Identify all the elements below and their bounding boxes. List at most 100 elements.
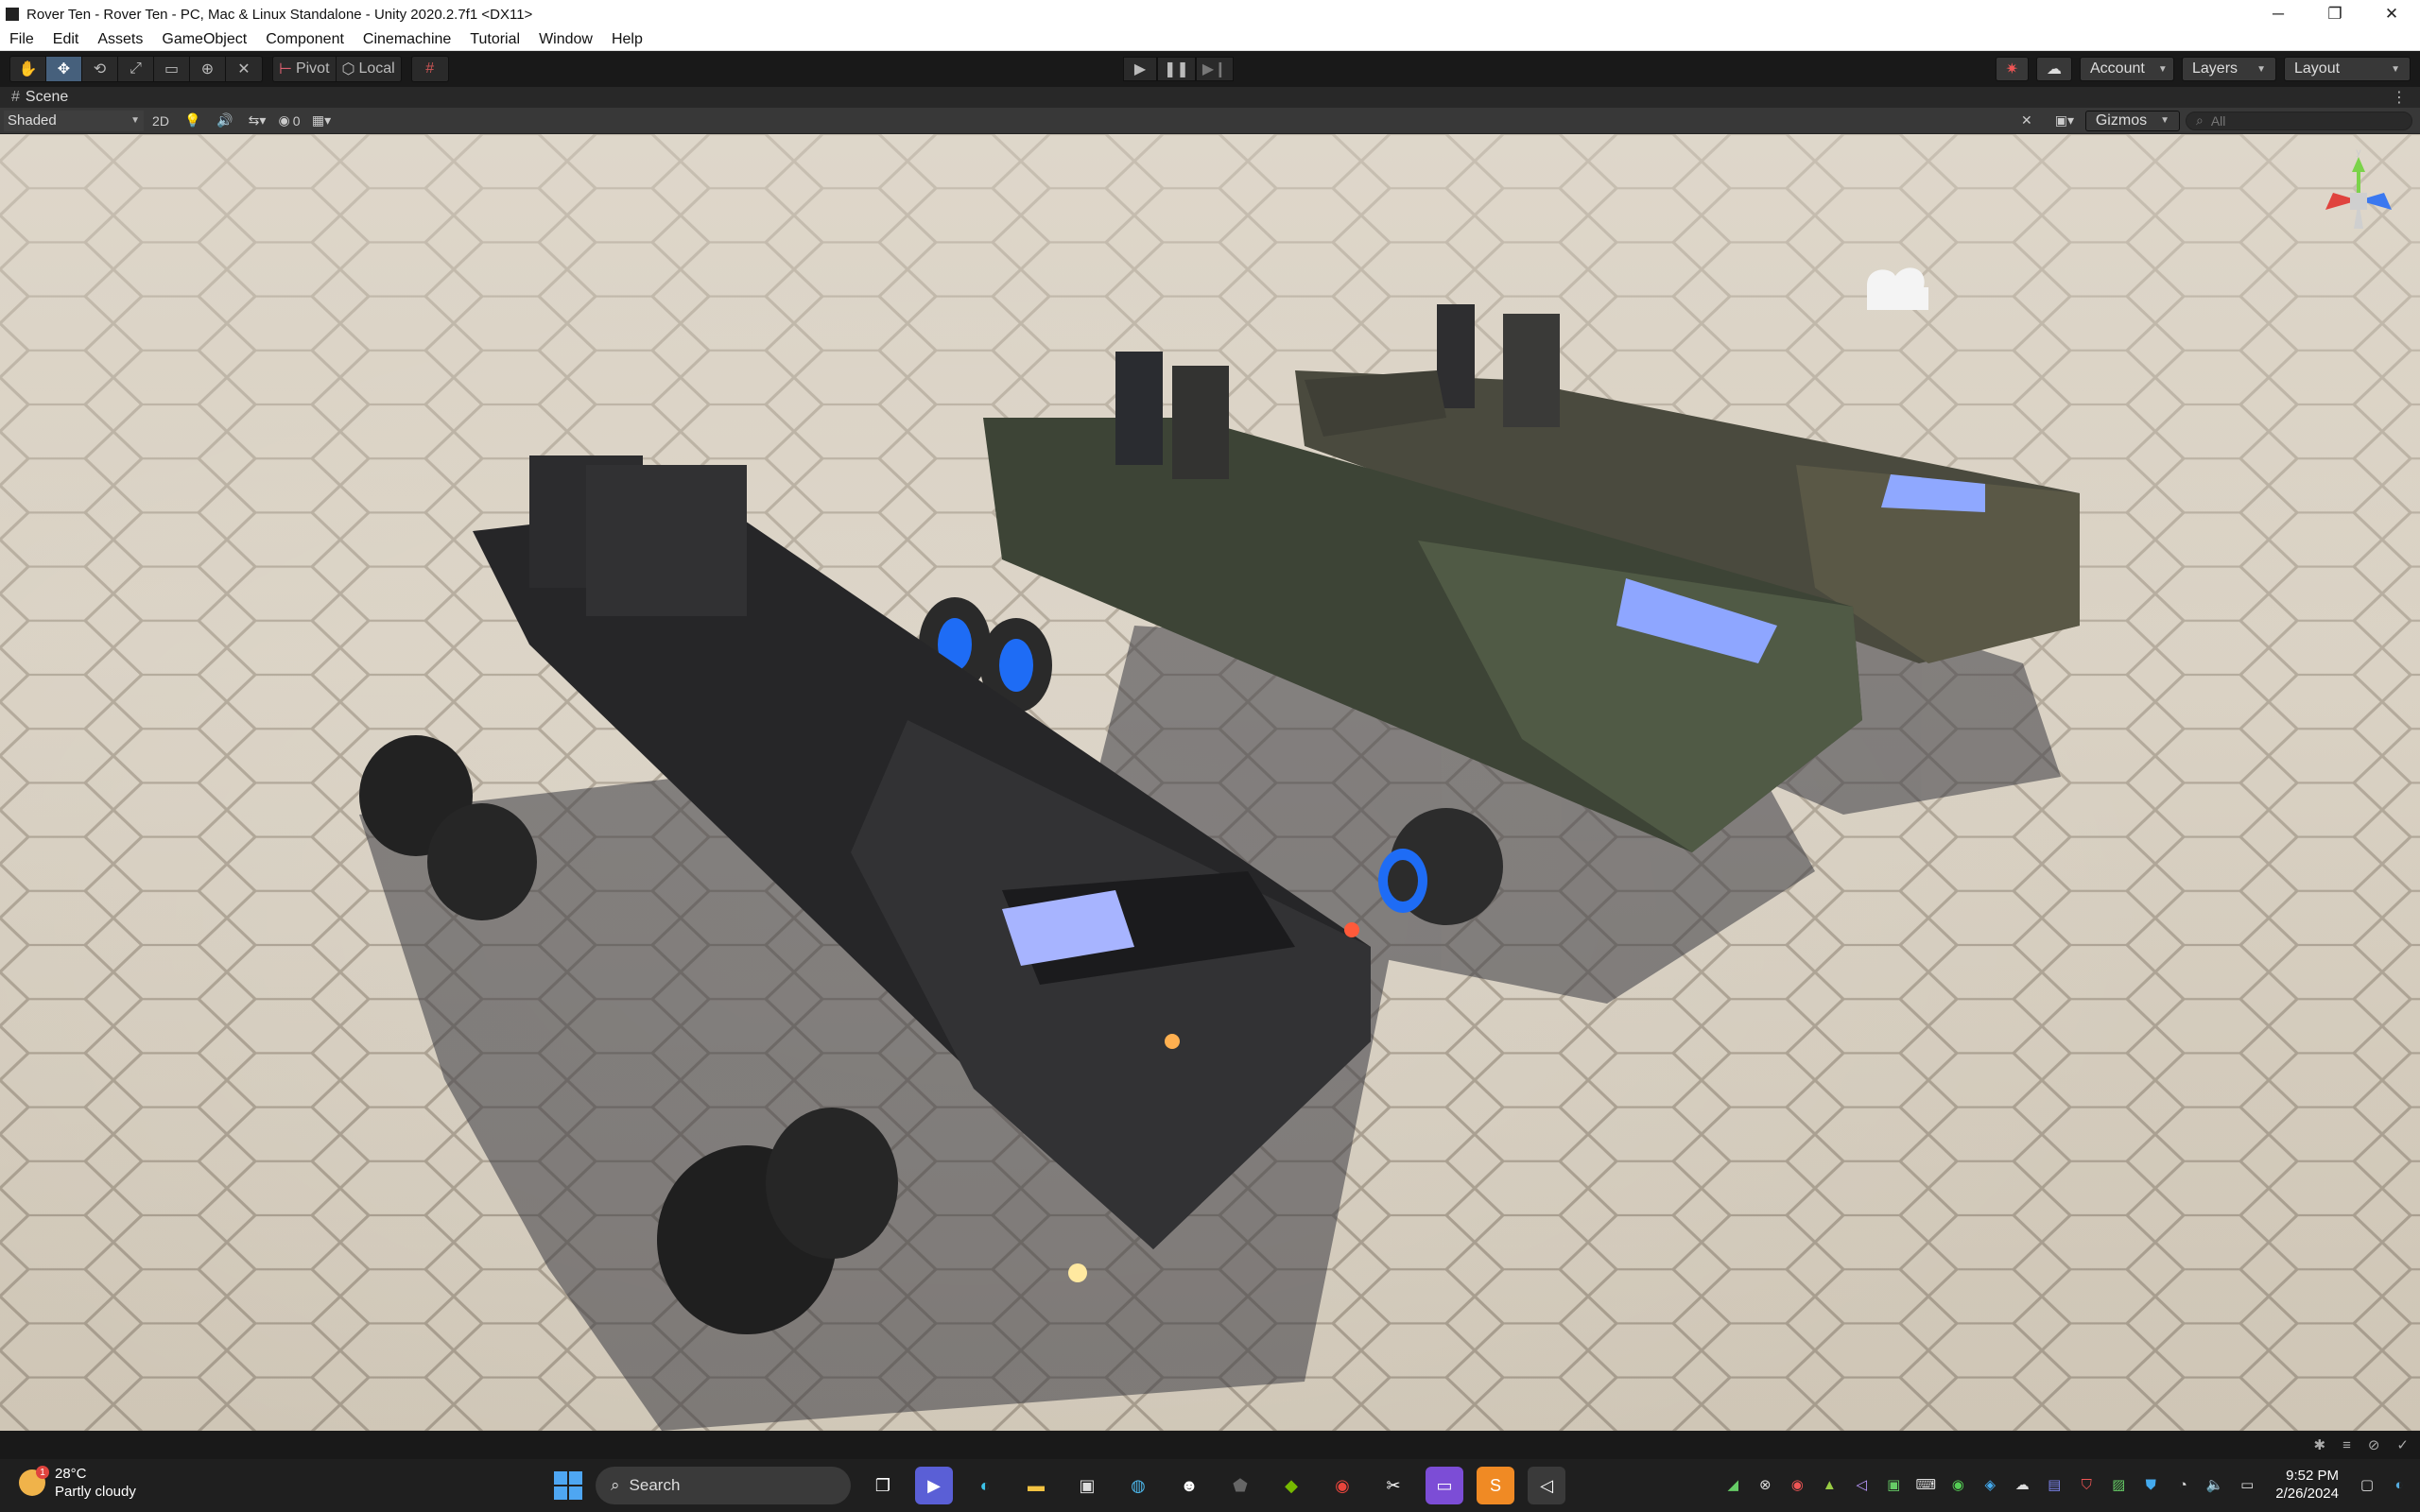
tray-red-icon[interactable]: ◉ — [1786, 1473, 1808, 1496]
copilot-icon[interactable]: ◐ — [2388, 1473, 2411, 1496]
lighting-toggle-icon[interactable]: 💡 — [178, 111, 208, 131]
menu-edit[interactable]: Edit — [43, 31, 89, 48]
tray-ime-icon[interactable]: ⌨ — [1914, 1473, 1937, 1496]
nvidia-icon[interactable]: ◆ — [1272, 1467, 1310, 1504]
move-tool-icon[interactable]: ✥ — [46, 57, 82, 81]
scene-tab[interactable]: Scene — [26, 89, 68, 106]
weather-widget[interactable]: 1 28°C Partly cloudy — [19, 1465, 136, 1501]
tools-icon[interactable]: ✕ — [2012, 111, 2042, 131]
shield-app-icon[interactable]: ⬟ — [1221, 1467, 1259, 1504]
hand-tool-icon[interactable]: ✋ — [10, 57, 46, 81]
taskbar-search[interactable]: ⌕ Search — [596, 1467, 851, 1504]
pivot-group: ⊢ Pivot ⬡ Local — [272, 56, 402, 82]
meet-icon[interactable]: ▶ — [915, 1467, 953, 1504]
tray-terminal-icon[interactable]: ▣ — [1882, 1473, 1905, 1496]
menu-cinemachine[interactable]: Cinemachine — [354, 31, 460, 48]
close-button[interactable]: ✕ — [2363, 0, 2420, 28]
gizmos-dropdown[interactable]: Gizmos ▼ — [2084, 110, 2180, 131]
task-view-icon[interactable]: ❐ — [864, 1467, 902, 1504]
tray-image-icon[interactable]: ▨ — [2107, 1473, 2130, 1496]
camera-gizmo-icon[interactable] — [1867, 267, 1928, 310]
grid-snap-icon[interactable]: # — [412, 57, 448, 81]
restore-button[interactable]: ❐ — [2307, 0, 2363, 28]
layout-dropdown[interactable]: Layout ▼ — [2284, 57, 2411, 81]
tray-green-icon[interactable]: ▲ — [1818, 1473, 1841, 1496]
sublime-icon[interactable]: S — [1477, 1467, 1514, 1504]
menu-component[interactable]: Component — [256, 31, 354, 48]
menu-tutorial[interactable]: Tutorial — [460, 31, 529, 48]
svg-text:y: y — [2356, 147, 2361, 158]
scale-tool-icon[interactable]: ⤢ — [118, 57, 154, 81]
chevron-down-icon: ▼ — [2256, 63, 2266, 75]
windows-taskbar: 1 28°C Partly cloudy ⌕ Search ❐ ▶ ◐ ▬ ▣ ◍… — [0, 1459, 2420, 1512]
alien-app-icon[interactable]: ☻ — [1170, 1467, 1208, 1504]
rotate-tool-icon[interactable]: ⟲ — [82, 57, 118, 81]
rect-tool-icon[interactable]: ▭ — [154, 57, 190, 81]
edge-icon[interactable]: ◐ — [966, 1467, 1004, 1504]
database-icon[interactable]: ≡ — [2342, 1437, 2351, 1453]
custom-tool-icon[interactable]: ✕ — [226, 57, 262, 81]
browser-globe-icon[interactable]: ◍ — [1119, 1467, 1157, 1504]
clipchamp-icon[interactable]: ▭ — [1426, 1467, 1463, 1504]
audio-toggle-icon[interactable]: 🔊 — [210, 111, 240, 131]
battery-icon[interactable]: ▭ — [2236, 1473, 2258, 1496]
menu-window[interactable]: Window — [529, 31, 602, 48]
menu-assets[interactable]: Assets — [88, 31, 152, 48]
menu-bar: File Edit Assets GameObject Component Ci… — [0, 28, 2420, 51]
taskbar-search-label: Search — [629, 1476, 681, 1494]
tray-security-icon[interactable]: ⛉ — [2075, 1473, 2098, 1496]
network-icon[interactable]: ⊘ — [2368, 1436, 2380, 1453]
scene-tab-bar: # Scene ⋮ — [0, 87, 2420, 108]
menu-help[interactable]: Help — [602, 31, 652, 48]
pivot-label: Pivot — [295, 60, 330, 77]
temperature: 28°C — [55, 1466, 87, 1482]
collab-button[interactable]: ✷ — [1995, 57, 2029, 81]
layout-label: Layout — [2294, 60, 2341, 77]
xbox-icon[interactable]: ⊗ — [1754, 1473, 1776, 1496]
transform-tool-icon[interactable]: ⊕ — [190, 57, 226, 81]
step-icon[interactable]: ▶❙ — [1195, 57, 1234, 81]
cloud-icon: ☁ — [2047, 61, 2062, 77]
scene-viewport[interactable]: y — [0, 134, 2420, 1431]
orientation-gizmo-icon[interactable]: y — [2307, 144, 2411, 257]
hidden-objects-toggle[interactable]: ◉ 0 — [274, 111, 304, 131]
chevron-down-icon: ▼ — [2157, 63, 2168, 75]
play-icon[interactable]: ▶ — [1123, 57, 1157, 81]
file-explorer-icon[interactable]: ▬ — [1017, 1467, 1055, 1504]
tray-app-icon[interactable]: ◢ — [1721, 1473, 1744, 1496]
local-toggle[interactable]: ⬡ Local — [337, 57, 401, 81]
taskbar-clock[interactable]: 9:52 PM 2/26/2024 — [2275, 1467, 2339, 1503]
layers-dropdown[interactable]: Layers ▼ — [2182, 57, 2276, 81]
tray-vpn-icon[interactable]: ◉ — [1946, 1473, 1969, 1496]
draw-mode-dropdown[interactable]: Shaded ▼ — [4, 110, 144, 131]
pause-icon[interactable]: ❚❚ — [1157, 57, 1196, 81]
notification-icon[interactable]: ▢ — [2356, 1473, 2378, 1496]
effects-toggle-icon[interactable]: ⇆▾ — [242, 111, 272, 131]
defender-icon[interactable]: ⛊ — [2139, 1473, 2162, 1496]
menu-gameobject[interactable]: GameObject — [152, 31, 256, 48]
snipping-tool-icon[interactable]: ✂ — [1374, 1467, 1412, 1504]
minimize-button[interactable]: ─ — [2250, 0, 2307, 28]
checkmark-icon[interactable]: ✓ — [2396, 1436, 2409, 1453]
grid-snap-group: # — [410, 56, 449, 82]
unity-taskbar-icon[interactable]: ◁ — [1528, 1467, 1565, 1504]
menu-file[interactable]: File — [0, 31, 43, 48]
volume-icon[interactable]: 🔈 — [2204, 1473, 2226, 1496]
2d-toggle[interactable]: 2D — [146, 111, 176, 131]
start-button-icon[interactable] — [554, 1471, 582, 1500]
visual-studio-icon[interactable]: ◁ — [1850, 1473, 1873, 1496]
scene-search-input[interactable]: ⌕ All — [2186, 111, 2412, 130]
grid-toggle-icon[interactable]: ▦▾ — [306, 111, 337, 131]
onedrive-icon[interactable]: ☁ — [2011, 1473, 2033, 1496]
pivot-toggle[interactable]: ⊢ Pivot — [273, 57, 337, 81]
store-icon[interactable]: ▣ — [1068, 1467, 1106, 1504]
cloud-button[interactable]: ☁ — [2036, 57, 2072, 81]
debug-icon[interactable]: ✱ — [2314, 1436, 2326, 1453]
wifi-icon[interactable]: ◔ — [2171, 1473, 2194, 1496]
tray-teams-icon[interactable]: ▤ — [2043, 1473, 2066, 1496]
more-options-icon[interactable]: ⋮ — [2392, 88, 2407, 107]
camera-settings-icon[interactable]: ▣▾ — [2049, 111, 2080, 131]
tray-sync-icon[interactable]: ◈ — [1979, 1473, 2001, 1496]
chrome-icon[interactable]: ◉ — [1323, 1467, 1361, 1504]
account-dropdown[interactable]: Account ▼ — [2080, 57, 2174, 81]
